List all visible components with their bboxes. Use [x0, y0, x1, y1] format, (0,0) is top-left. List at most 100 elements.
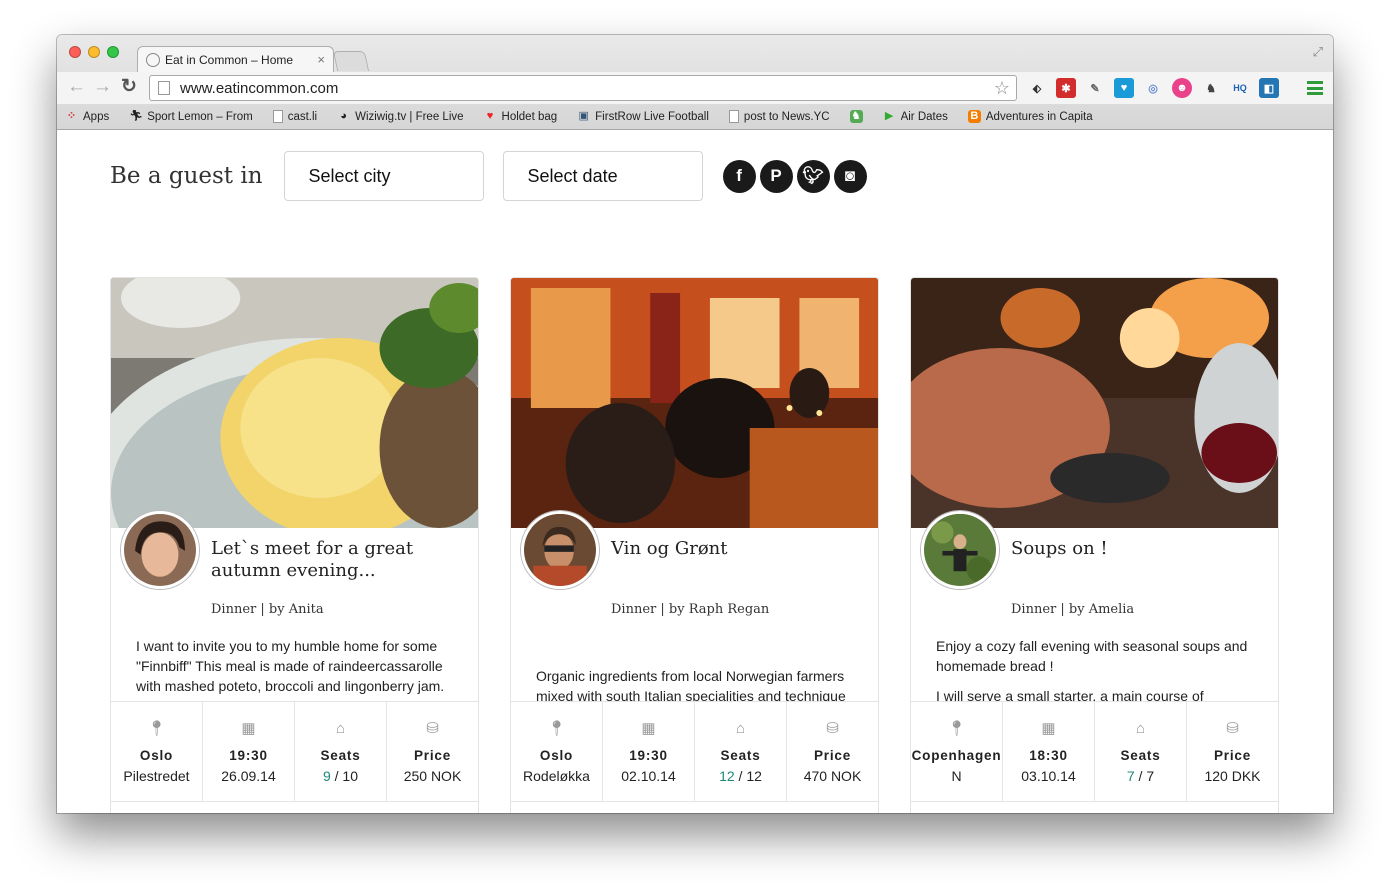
browser-toolbar: ← → ↻ www.eatincommon.com ☆ ⬖ ✱ ✎ ♥ ◎ ☻ … [57, 72, 1333, 104]
event-stats: 📍︎ Oslo Pilestredet ▦ 19:30 26.09.14 ⌂ S… [111, 701, 478, 802]
page-icon [272, 110, 283, 123]
address-url[interactable]: www.eatincommon.com [180, 80, 994, 97]
stat-seats: ⌂ Seats 9 / 10 [295, 702, 387, 801]
event-photo[interactable] [511, 278, 878, 528]
host-avatar[interactable] [521, 511, 599, 589]
bookmark-newsyc[interactable]: post to News.YC [728, 110, 830, 123]
social-links: f P 🐦︎ ◙ [722, 159, 867, 193]
coins-icon: ⛁ [1226, 720, 1239, 737]
event-card[interactable]: Vin og Grønt Dinner | by Raph Regan Orga… [510, 277, 879, 813]
chrome-menu-icon[interactable] [1307, 81, 1323, 95]
event-title[interactable]: Soups on ! [1011, 538, 1273, 560]
host-name[interactable]: by Raph Regan [669, 602, 769, 617]
extension-lastpass-icon[interactable]: ✱ [1056, 78, 1076, 98]
blogger-icon: B [967, 110, 981, 123]
stat-location: 📍︎ Copenhagen N [911, 702, 1003, 801]
event-title[interactable]: Let`s meet for a great autumn evening... [211, 538, 473, 582]
bookmark-castli[interactable]: cast.li [272, 110, 317, 123]
stat-price: ⛁ Price 120 DKK [1187, 702, 1278, 801]
heart-icon: ♥ [486, 110, 494, 122]
extension-eyedropper-icon[interactable]: ✎ [1085, 78, 1105, 98]
bookmark-apps[interactable]: ⁘ Apps [65, 110, 109, 123]
extension-pocket-icon[interactable]: ☻ [1172, 78, 1192, 98]
bookmarks-bar: ⁘ Apps 🏃︎ Sport Lemon – From cast.li ◕ Wizi… [57, 104, 1333, 129]
back-arrow-icon[interactable]: ← [67, 77, 86, 97]
browser-window: Eat in Common – Home × ⤢ ← → ↻ www.eatin… [57, 35, 1333, 813]
stat-price: ⛁ Price 250 NOK [387, 702, 478, 801]
meal-type: Dinner [611, 602, 657, 617]
bookmark-firstrow[interactable]: ▣ FirstRow Live Football [577, 110, 708, 123]
seats-total: / 12 [738, 768, 762, 784]
wiziwig-icon: ◕ [340, 110, 347, 122]
bookmark-wiziwig[interactable]: ◕ Wiziwig.tv | Free Live [337, 110, 463, 123]
extension-search-icon[interactable]: ◎ [1143, 78, 1163, 98]
forward-arrow-icon[interactable]: → [93, 77, 112, 97]
host-avatar[interactable] [121, 511, 199, 589]
bookmark-sport-lemon[interactable]: 🏃︎ Sport Lemon – From [129, 110, 252, 123]
stat-price: ⛁ Price 470 NOK [787, 702, 878, 801]
bookmark-holdet[interactable]: ♥ Holdet bag [484, 110, 557, 123]
event-stats: 📍︎ Oslo Rodeløkka ▦ 19:30 02.10.14 ⌂ Sea… [511, 701, 878, 802]
coins-icon: ⛁ [426, 720, 439, 737]
event-cards: Let`s meet for a great autumn evening...… [110, 277, 1279, 813]
address-bar[interactable]: www.eatincommon.com ☆ [149, 75, 1017, 101]
seat-icon: ⌂ [1135, 719, 1146, 737]
bookmark-air-dates[interactable]: ▶ Air Dates [883, 110, 948, 123]
extension-evernote-icon[interactable]: ♞ [1201, 78, 1221, 98]
extension-buffer-icon[interactable]: ◧ [1259, 78, 1279, 98]
host-name[interactable]: by Anita [269, 602, 324, 617]
tab-title: Eat in Common – Home [165, 52, 294, 67]
bookmark-evernote[interactable]: ♞ [849, 110, 863, 123]
event-meta: Dinner | by Amelia [1011, 602, 1135, 617]
browser-chrome: Eat in Common – Home × ⤢ ← → ↻ www.eatin… [57, 35, 1333, 130]
stat-seats: ⌂ Seats 12 / 12 [695, 702, 787, 801]
facebook-icon[interactable]: f [722, 159, 756, 193]
host-name[interactable]: by Amelia [1069, 602, 1134, 617]
event-photo[interactable] [911, 278, 1278, 528]
bookmark-adventures[interactable]: B Adventures in Capita [967, 110, 1093, 123]
instagram-icon[interactable]: ◙ [833, 159, 867, 193]
date-select[interactable]: Select date [502, 151, 703, 201]
event-title[interactable]: Vin og Grønt [611, 538, 873, 560]
window-controls [69, 46, 119, 58]
event-stats: 📍︎ Copenhagen N ▦ 18:30 03.10.14 ⌂ Seats… [911, 701, 1278, 802]
seats-total: / 10 [334, 768, 359, 784]
zoom-window-button[interactable] [107, 46, 119, 58]
host-avatar[interactable] [921, 511, 999, 589]
pinterest-icon[interactable]: P [759, 159, 793, 193]
runner-icon: 🏃︎ [129, 110, 144, 122]
twitter-icon[interactable]: 🐦︎ [796, 159, 830, 193]
coins-icon: ⛁ [826, 720, 839, 737]
close-window-button[interactable] [69, 46, 81, 58]
event-card[interactable]: Let`s meet for a great autumn evening...… [110, 277, 479, 813]
guest-label: Be a guest in [110, 163, 263, 189]
map-pin-icon: 📍︎ [146, 720, 167, 737]
event-description: Organic ingredients from local Norwegian… [536, 668, 846, 702]
extension-icons: ⬖ ✱ ✎ ♥ ◎ ☻ ♞ HQ ◧ [1027, 78, 1279, 98]
stat-seats: ⌂ Seats 7 / 7 [1095, 702, 1187, 801]
meal-type: Dinner [1011, 602, 1057, 617]
stat-location: 📍︎ Oslo Rodeløkka [511, 702, 603, 801]
map-pin-icon: 📍︎ [946, 720, 967, 737]
seat-icon: ⌂ [335, 719, 346, 737]
browser-tab[interactable]: Eat in Common – Home × [137, 46, 334, 72]
play-icon: ▶ [884, 110, 894, 122]
page-content: Be a guest in Select city Select date f … [57, 130, 1333, 813]
seats-total: / 7 [1138, 768, 1155, 784]
fullscreen-icon[interactable]: ⤢ [1313, 44, 1323, 60]
extension-dropbox-icon[interactable]: ⬖ [1027, 78, 1047, 98]
extension-twitter-icon[interactable]: ♥ [1114, 78, 1134, 98]
apps-grid-icon: ⁘ [66, 110, 77, 122]
reload-icon[interactable]: ↻ [121, 77, 137, 97]
minimize-window-button[interactable] [88, 46, 100, 58]
page-icon [158, 81, 170, 95]
extension-cloudhq-icon[interactable]: HQ [1230, 78, 1250, 98]
tab-close-icon[interactable]: × [317, 52, 325, 67]
bookmark-star-icon[interactable]: ☆ [994, 78, 1010, 99]
meal-type: Dinner [211, 602, 257, 617]
city-select[interactable]: Select city [283, 151, 484, 201]
event-photo[interactable] [111, 278, 478, 528]
event-card[interactable]: Soups on ! Dinner | by Amelia Enjoy a co… [910, 277, 1279, 813]
event-description: I want to invite you to my humble home f… [136, 638, 445, 694]
new-tab-button[interactable] [332, 51, 370, 71]
